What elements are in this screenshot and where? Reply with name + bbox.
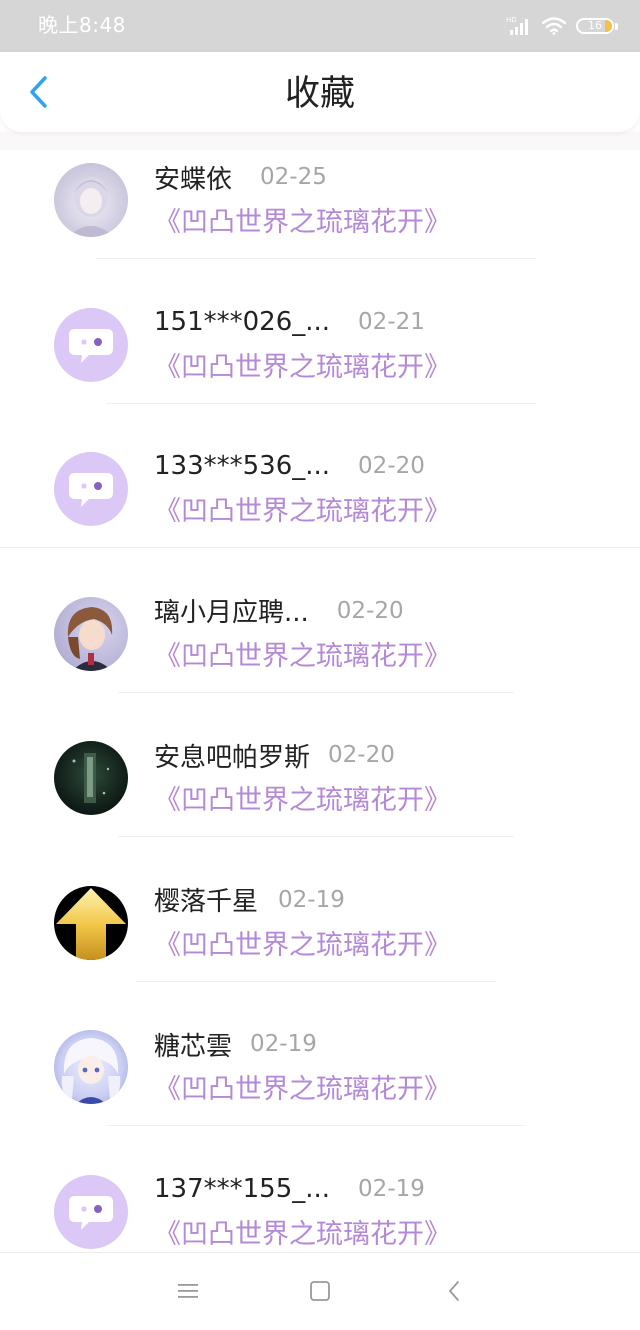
portrait-illustration-icon xyxy=(61,1038,121,1104)
default-chat-bubble-avatar[interactable] xyxy=(54,452,128,526)
gold-arrow-avatar[interactable] xyxy=(54,885,128,960)
divider xyxy=(118,691,514,693)
anime-girl-pale-avatar[interactable] xyxy=(54,163,128,237)
back-triangle-icon xyxy=(449,1281,459,1301)
status-icons: HD 16 xyxy=(506,13,618,39)
home-square-icon xyxy=(310,1281,330,1301)
menu-button[interactable] xyxy=(168,1273,208,1309)
battery-level: 16 xyxy=(588,19,602,32)
work-title-link[interactable]: 《凹凸世界之琉璃花开》 xyxy=(154,1070,451,1110)
divider xyxy=(106,1125,526,1126)
portrait-illustration-icon xyxy=(68,177,114,237)
default-chat-bubble-avatar[interactable] xyxy=(54,307,128,382)
anime-girl-white-hair-avatar[interactable] xyxy=(54,1030,128,1104)
work-title-link[interactable]: 《凹凸世界之琉璃花开》 xyxy=(154,348,451,388)
favorite-item[interactable]: 151***026_... 02-21 《凹凸世界之琉璃花开》 xyxy=(0,295,640,440)
battery-cap xyxy=(615,22,618,30)
user-name[interactable]: 糖芯雲 xyxy=(154,1026,232,1063)
divider xyxy=(136,980,496,982)
user-name[interactable]: 151***026_... xyxy=(154,307,330,337)
post-date: 02-21 xyxy=(358,308,425,335)
favorite-item[interactable]: 樱落千星 02-19 《凹凸世界之琉璃花开》 xyxy=(0,873,640,1018)
post-date: 02-20 xyxy=(358,453,425,479)
post-date: 02-25 xyxy=(260,164,327,190)
work-title-link[interactable]: 《凹凸世界之琉璃花开》 xyxy=(154,637,451,677)
favorite-item[interactable]: 133***536_... 02-20 《凹凸世界之琉璃花开》 xyxy=(0,439,640,584)
user-name[interactable]: 樱落千星 xyxy=(154,881,258,918)
battery-fill xyxy=(604,20,612,32)
work-title-link[interactable]: 《凹凸世界之琉璃花开》 xyxy=(154,926,451,966)
favorite-item[interactable]: 137***155_... 02-19 《凹凸世界之琉璃花开》 xyxy=(0,1162,640,1253)
dark-green-scene-avatar[interactable] xyxy=(54,741,128,815)
user-name[interactable]: 安息吧帕罗斯 xyxy=(154,737,310,774)
favorite-item[interactable]: 璃小月应聘... 02-20 《凹凸世界之琉璃花开》 xyxy=(0,584,640,729)
divider xyxy=(118,836,514,837)
svg-text:HD: HD xyxy=(506,16,517,24)
up-arrow-icon xyxy=(56,887,126,960)
favorite-item[interactable]: 安息吧帕罗斯 02-20 《凹凸世界之琉璃花开》 xyxy=(0,728,640,873)
name-line: 137***155_... 02-19 xyxy=(154,1169,425,1209)
post-date: 02-19 xyxy=(250,1031,317,1057)
header: 收藏 xyxy=(0,52,640,132)
name-line: 133***536_... 02-20 xyxy=(154,446,425,486)
name-line: 糖芯雲 02-19 xyxy=(154,1024,317,1064)
status-bar: 晚上8:48 HD 16 xyxy=(0,0,640,52)
user-name[interactable]: 安蝶依 xyxy=(154,159,232,196)
chat-bubble-icon xyxy=(69,473,113,507)
user-name[interactable]: 璃小月应聘... xyxy=(154,592,309,629)
work-title-link[interactable]: 《凹凸世界之琉璃花开》 xyxy=(154,492,451,532)
chat-bubble-icon xyxy=(69,1195,113,1230)
user-name[interactable]: 133***536_... xyxy=(154,451,330,481)
post-date: 02-20 xyxy=(328,742,395,768)
page-title: 收藏 xyxy=(284,74,355,114)
name-line: 璃小月应聘... 02-20 xyxy=(154,591,404,631)
favorite-item[interactable]: 安蝶依 02-25 《凹凸世界之琉璃花开》 xyxy=(0,150,640,295)
divider xyxy=(106,402,536,404)
name-line: 151***026_... 02-21 xyxy=(154,302,425,342)
dark-scene-illustration-icon xyxy=(72,753,110,803)
system-nav-bar xyxy=(0,1252,640,1330)
chat-bubble-icon xyxy=(69,328,113,363)
anime-girl-brown-hair-avatar[interactable] xyxy=(54,596,128,671)
name-line: 樱落千星 02-19 xyxy=(154,880,345,920)
system-back-button[interactable] xyxy=(434,1273,474,1309)
battery-icon: 16 xyxy=(576,18,614,34)
home-button[interactable] xyxy=(300,1273,340,1309)
header-separator xyxy=(0,132,640,150)
status-time: 晚上8:48 xyxy=(38,13,126,37)
work-title-link[interactable]: 《凹凸世界之琉璃花开》 xyxy=(154,1215,451,1253)
favorites-list: 安蝶依 02-25 《凹凸世界之琉璃花开》 151***026_... 02-2… xyxy=(0,150,640,1252)
post-date: 02-20 xyxy=(336,597,404,624)
portrait-illustration-icon xyxy=(67,606,113,671)
name-line: 安蝶依 02-25 xyxy=(154,157,327,197)
work-title-link[interactable]: 《凹凸世界之琉璃花开》 xyxy=(154,203,451,243)
menu-icon xyxy=(178,1284,198,1298)
wifi-icon xyxy=(542,17,566,35)
default-chat-bubble-avatar[interactable] xyxy=(54,1174,128,1249)
favorite-item[interactable]: 糖芯雲 02-19 《凹凸世界之琉璃花开》 xyxy=(0,1017,640,1162)
divider xyxy=(96,258,536,259)
post-date: 02-19 xyxy=(358,1175,425,1202)
post-date: 02-19 xyxy=(278,886,345,913)
name-line: 安息吧帕罗斯 02-20 xyxy=(154,735,395,775)
work-title-link[interactable]: 《凹凸世界之琉璃花开》 xyxy=(154,781,451,821)
user-name[interactable]: 137***155_... xyxy=(154,1174,330,1204)
divider xyxy=(0,547,640,548)
hd-signal-icon: HD xyxy=(506,16,528,35)
